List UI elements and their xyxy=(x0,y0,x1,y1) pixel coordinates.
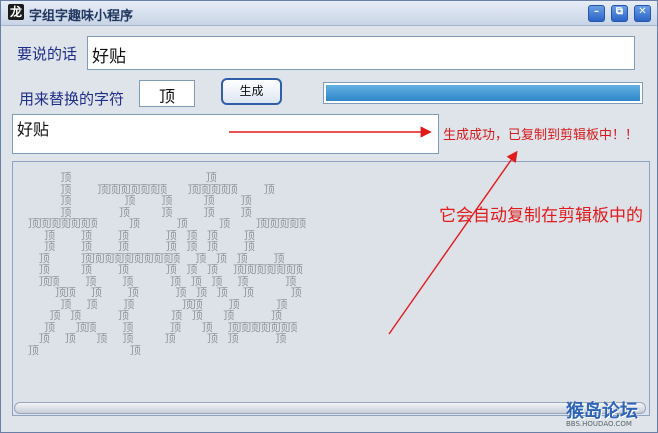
annotation-arrows xyxy=(229,126,518,335)
arrow-to-output xyxy=(388,150,518,335)
forum-watermark: 猴岛论坛 BBS.HOUDAO.COM xyxy=(566,397,656,432)
watermark-url: BBS.HOUDAO.COM xyxy=(566,420,632,428)
app-window: 龙 字组字趣味小程序 – ⧉ ✕ 要说的话 好贴 用来替换的字符 顶 生成 好贴… xyxy=(0,0,658,433)
